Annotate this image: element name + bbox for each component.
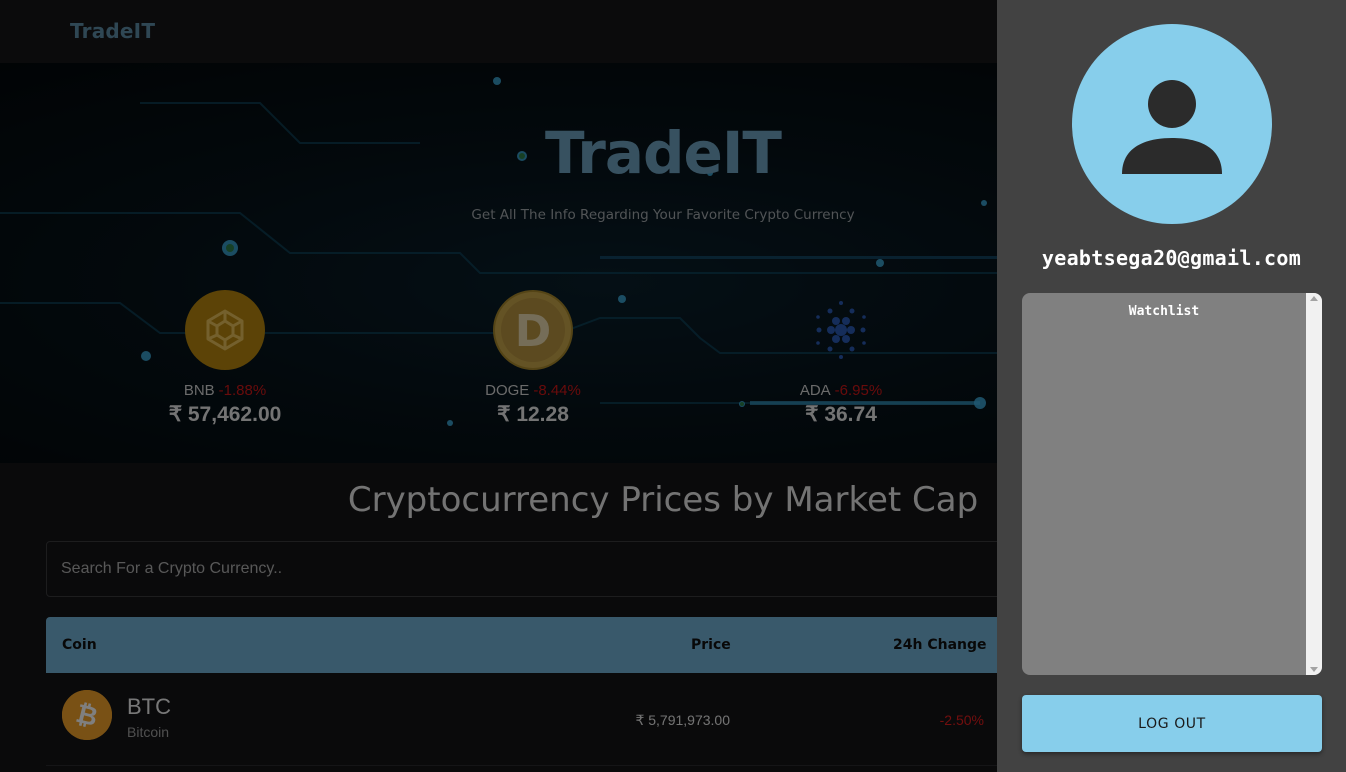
watchlist-panel: Watchlist [1022, 293, 1322, 675]
logout-button[interactable]: LOG OUT [1022, 695, 1322, 752]
watchlist-scrollbar[interactable] [1306, 293, 1322, 675]
watchlist-title: Watchlist [1128, 304, 1200, 319]
scroll-up-arrow-icon[interactable] [1310, 296, 1318, 301]
scroll-down-arrow-icon[interactable] [1310, 667, 1318, 672]
user-avatar-icon [1072, 24, 1272, 224]
user-email: yeabtsega20@gmail.com [1041, 246, 1302, 270]
user-drawer: yeabtsega20@gmail.com Watchlist LOG OUT [997, 0, 1346, 772]
